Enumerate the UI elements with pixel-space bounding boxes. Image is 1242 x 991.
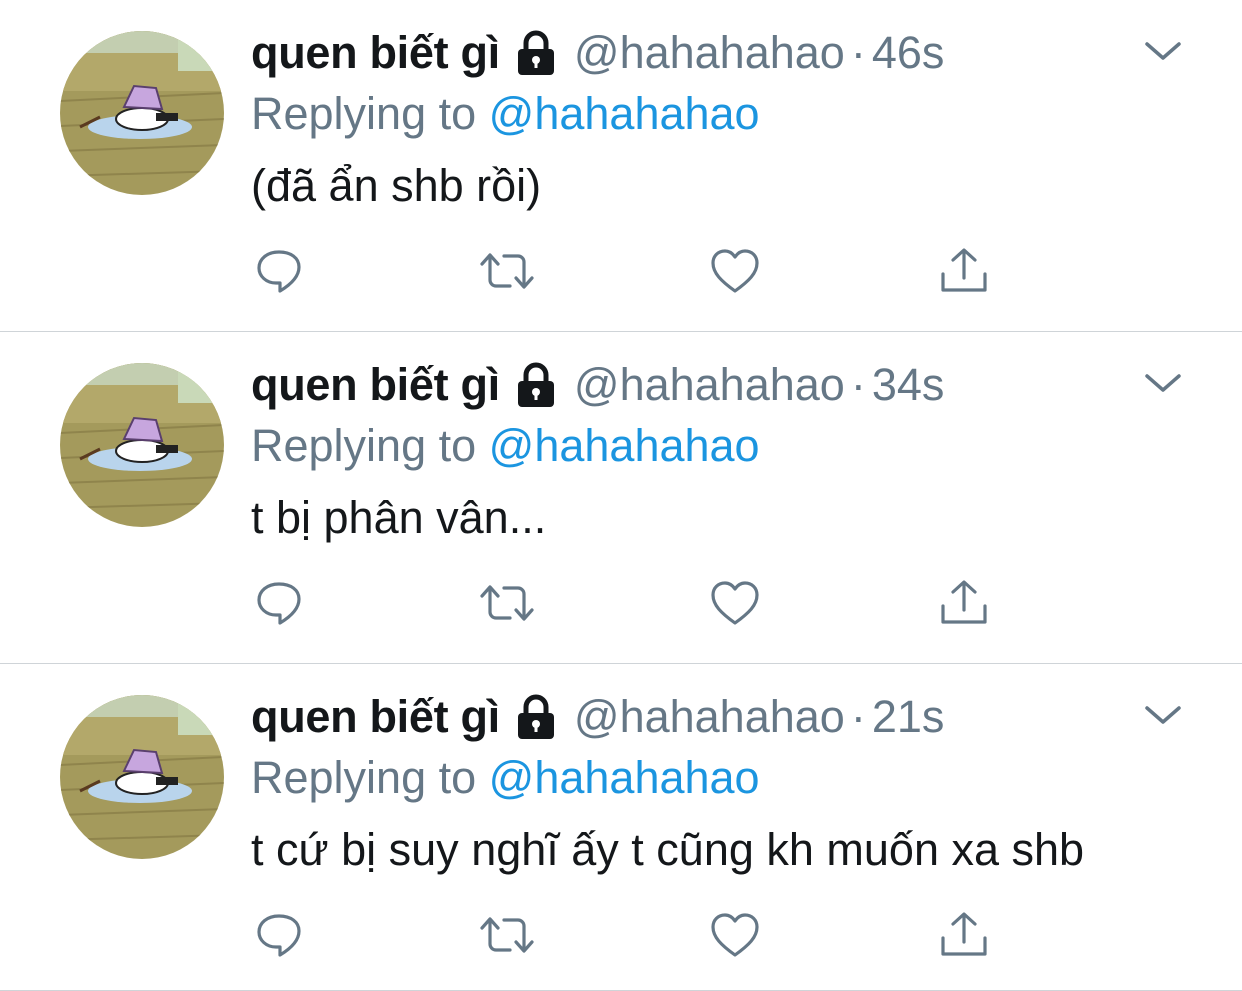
retweet-icon	[478, 910, 536, 965]
user-handle[interactable]: @hahahahao	[574, 359, 845, 411]
share-icon	[939, 910, 989, 965]
retweet-button[interactable]	[479, 909, 535, 965]
like-button[interactable]	[707, 909, 763, 965]
heart-icon	[709, 247, 761, 300]
timestamp[interactable]: 46s	[872, 27, 945, 79]
chevron-down-icon[interactable]	[1143, 36, 1183, 66]
separator-dot: ·	[850, 359, 866, 410]
lock-icon	[514, 693, 558, 741]
reply-icon	[254, 910, 304, 965]
share-icon	[939, 246, 989, 301]
user-handle[interactable]: @hahahahao	[574, 691, 845, 743]
reply-button[interactable]	[251, 909, 307, 965]
replying-to: Replying to @hahahahao	[251, 420, 760, 472]
heart-icon	[709, 911, 761, 964]
avatar-image	[60, 695, 224, 859]
tweet-header: quen biết gì @hahahahao · 34s	[251, 357, 944, 413]
tweet-text: (đã ẩn shb rồi)	[251, 160, 542, 211]
tweet-actions	[0, 245, 1242, 301]
reply-button[interactable]	[251, 245, 307, 301]
display-name[interactable]: quen biết gì	[251, 359, 500, 411]
timestamp[interactable]: 21s	[872, 691, 945, 743]
tweet-header: quen biết gì @hahahahao · 21s	[251, 689, 944, 745]
separator-dot: ·	[850, 27, 866, 78]
tweet-text: t bị phân vân...	[251, 492, 547, 543]
avatar[interactable]	[60, 31, 224, 195]
replying-to: Replying to @hahahahao	[251, 752, 760, 804]
display-name[interactable]: quen biết gì	[251, 27, 500, 79]
reply-icon	[254, 246, 304, 301]
replying-label: Replying to	[251, 420, 477, 471]
share-button[interactable]	[936, 245, 992, 301]
share-icon	[939, 578, 989, 633]
tweet-text: t cứ bị suy nghĩ ấy t cũng kh muốn xa sh…	[251, 824, 1085, 875]
tweet[interactable]: quen biết gì @hahahahao · 46s Replying t…	[0, 0, 1242, 332]
mention-link[interactable]: @hahahahao	[489, 88, 760, 139]
tweet-actions	[0, 909, 1242, 965]
separator-dot: ·	[850, 691, 866, 742]
tweet[interactable]: quen biết gì @hahahahao · 21s Replying t…	[0, 664, 1242, 991]
tweet[interactable]: quen biết gì @hahahahao · 34s Replying t…	[0, 332, 1242, 664]
reply-button[interactable]	[251, 577, 307, 633]
retweet-icon	[478, 246, 536, 301]
retweet-icon	[478, 578, 536, 633]
user-handle[interactable]: @hahahahao	[574, 27, 845, 79]
mention-link[interactable]: @hahahahao	[489, 752, 760, 803]
replying-label: Replying to	[251, 88, 477, 139]
lock-icon	[514, 29, 558, 77]
heart-icon	[709, 579, 761, 632]
display-name[interactable]: quen biết gì	[251, 691, 500, 743]
retweet-button[interactable]	[479, 245, 535, 301]
avatar[interactable]	[60, 363, 224, 527]
tweet-header: quen biết gì @hahahahao · 46s	[251, 25, 944, 81]
replying-to: Replying to @hahahahao	[251, 88, 760, 140]
avatar-image	[60, 31, 224, 195]
avatar[interactable]	[60, 695, 224, 859]
share-button[interactable]	[936, 577, 992, 633]
chevron-down-icon[interactable]	[1143, 368, 1183, 398]
mention-link[interactable]: @hahahahao	[489, 420, 760, 471]
like-button[interactable]	[707, 577, 763, 633]
replying-label: Replying to	[251, 752, 477, 803]
share-button[interactable]	[936, 909, 992, 965]
retweet-button[interactable]	[479, 577, 535, 633]
timestamp[interactable]: 34s	[872, 359, 945, 411]
tweet-actions	[0, 577, 1242, 633]
chevron-down-icon[interactable]	[1143, 700, 1183, 730]
avatar-image	[60, 363, 224, 527]
lock-icon	[514, 361, 558, 409]
like-button[interactable]	[707, 245, 763, 301]
reply-icon	[254, 578, 304, 633]
